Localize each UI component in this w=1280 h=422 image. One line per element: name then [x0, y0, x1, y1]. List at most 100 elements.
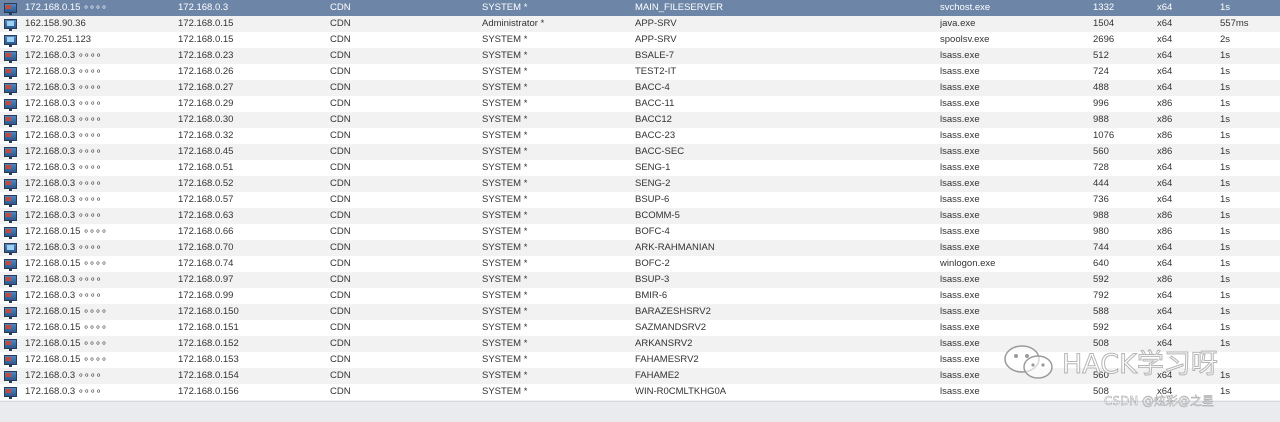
user-cell: SYSTEM *: [482, 82, 528, 93]
external-ip-cell: 172.168.0.3 ∘∘∘∘: [25, 194, 102, 205]
user-cell: SYSTEM *: [482, 146, 528, 157]
internal-ip-cell: 172.168.0.151: [178, 322, 239, 333]
user-cell: SYSTEM *: [482, 130, 528, 141]
table-row[interactable]: 172.70.251.123 172.168.0.15 CDN SYSTEM * APP…: [0, 32, 1280, 48]
process-cell: lsass.exe: [940, 50, 980, 61]
table-row[interactable]: 172.168.0.3 ∘∘∘∘ 172.168.0.23 CDN SYSTEM * B…: [0, 48, 1280, 64]
last-seen-cell: 1s: [1220, 130, 1231, 141]
table-row[interactable]: 172.168.0.15 ∘∘∘∘ 172.168.0.150 CDN SYSTEM …: [0, 304, 1280, 320]
table-row[interactable]: 172.168.0.3 ∘∘∘∘ 172.168.0.45 CDN SYSTEM * B…: [0, 144, 1280, 160]
arch-cell: x86: [1157, 226, 1173, 237]
internal-ip-cell: 172.168.0.51: [178, 162, 234, 173]
arch-cell: x86: [1157, 146, 1173, 157]
user-cell: SYSTEM *: [482, 226, 528, 237]
user-cell: SYSTEM *: [482, 322, 528, 333]
internal-ip-cell: 172.168.0.52: [178, 178, 234, 189]
pid-cell: 560: [1093, 146, 1109, 157]
table-row[interactable]: 172.168.0.3 ∘∘∘∘ 172.168.0.70 CDN SYSTEM * A…: [0, 240, 1280, 256]
listener-cell: CDN: [330, 322, 351, 333]
table-row[interactable]: 172.168.0.3 ∘∘∘∘ 172.168.0.52 CDN SYSTEM * S…: [0, 176, 1280, 192]
last-seen-cell: 1s: [1220, 322, 1231, 333]
table-row[interactable]: 172.168.0.15 ∘∘∘∘ 172.168.0.151 CDN SYSTEM …: [0, 320, 1280, 336]
last-seen-cell: 1s: [1220, 114, 1231, 125]
pid-cell: 640: [1093, 258, 1109, 269]
table-row[interactable]: 172.168.0.15 ∘∘∘∘ 172.168.0.74 CDN SYSTEM *…: [0, 256, 1280, 272]
pid-cell: 988: [1093, 114, 1109, 125]
internal-ip-cell: 172.168.0.45: [178, 146, 234, 157]
user-cell: SYSTEM *: [482, 178, 528, 189]
table-row[interactable]: 172.168.0.3 ∘∘∘∘ 172.168.0.97 CDN SYSTEM * B…: [0, 272, 1280, 288]
listener-cell: CDN: [330, 226, 351, 237]
computer-cell: BOFC-2: [635, 258, 670, 269]
pid-cell: 560: [1093, 370, 1109, 381]
pid-cell: 588: [1093, 306, 1109, 317]
pid-cell: 592: [1093, 322, 1109, 333]
last-seen-cell: 2s: [1220, 34, 1231, 45]
external-ip-cell: 172.168.0.3 ∘∘∘∘: [25, 50, 102, 61]
system-beacon-icon: [4, 67, 17, 79]
user-cell: SYSTEM *: [482, 66, 528, 77]
last-seen-cell: 1s: [1220, 146, 1231, 157]
computer-cell: BACC-11: [635, 98, 675, 109]
table-row[interactable]: 162.158.90.36 172.168.0.15 CDN Administrato…: [0, 16, 1280, 32]
system-beacon-icon: [4, 227, 17, 239]
system-beacon-icon: [4, 355, 17, 367]
external-ip-cell: 172.168.0.3 ∘∘∘∘: [25, 162, 102, 173]
internal-ip-cell: 172.168.0.15: [178, 34, 234, 45]
computer-cell: BACC-23: [635, 130, 676, 141]
table-row[interactable]: 172.168.0.3 ∘∘∘∘ 172.168.0.154 CDN SYSTEM *…: [0, 368, 1280, 384]
process-cell: lsass.exe: [940, 178, 980, 189]
arch-cell: x64: [1157, 322, 1173, 333]
system-beacon-icon: [4, 291, 17, 303]
system-beacon-icon: [4, 387, 17, 399]
process-cell: lsass.exe: [940, 226, 980, 237]
table-row[interactable]: 172.168.0.3 ∘∘∘∘ 172.168.0.27 CDN SYSTEM * B…: [0, 80, 1280, 96]
listener-cell: CDN: [330, 162, 351, 173]
last-seen-cell: 1s: [1220, 226, 1231, 237]
pid-cell: 980: [1093, 226, 1109, 237]
table-row[interactable]: 172.168.0.15 ∘∘∘∘ 172.168.0.66 CDN SYSTEM *…: [0, 224, 1280, 240]
table-row[interactable]: 172.168.0.3 ∘∘∘∘ 172.168.0.26 CDN SYSTEM * T…: [0, 64, 1280, 80]
last-seen-cell: 1s: [1220, 258, 1231, 269]
external-ip-cell: 172.168.0.3 ∘∘∘∘: [25, 146, 102, 157]
table-row[interactable]: 172.168.0.3 ∘∘∘∘ 172.168.0.30 CDN SYSTEM * B…: [0, 112, 1280, 128]
process-cell: lsass.exe: [940, 290, 980, 301]
internal-ip-cell: 172.168.0.3: [178, 2, 229, 13]
table-row[interactable]: 172.168.0.3 ∘∘∘∘ 172.168.0.57 CDN SYSTEM * B…: [0, 192, 1280, 208]
table-row[interactable]: 172.168.0.3 ∘∘∘∘ 172.168.0.63 CDN SYSTEM * B…: [0, 208, 1280, 224]
user-cell: Administrator *: [482, 18, 545, 29]
table-row[interactable]: 172.168.0.15 ∘∘∘∘ 172.168.0.153 CDN SYSTEM …: [0, 352, 1280, 368]
process-cell: lsass.exe: [940, 386, 980, 397]
user-cell: SYSTEM *: [482, 34, 528, 45]
external-ip-cell: 172.168.0.3 ∘∘∘∘: [25, 290, 102, 301]
table-row[interactable]: 172.168.0.15 ∘∘∘∘ 172.168.0.152 CDN SYSTEM …: [0, 336, 1280, 352]
system-beacon-icon: [4, 275, 17, 287]
last-seen-cell: 557ms: [1220, 18, 1249, 29]
last-seen-cell: 1s: [1220, 370, 1231, 381]
pid-cell: 1076: [1093, 130, 1115, 141]
table-row[interactable]: 172.168.0.3 ∘∘∘∘ 172.168.0.32 CDN SYSTEM * B…: [0, 128, 1280, 144]
table-row[interactable]: 172.168.0.3 ∘∘∘∘ 172.168.0.156 CDN SYSTEM *…: [0, 384, 1280, 400]
horizontal-scrollbar[interactable]: [0, 401, 1280, 422]
listener-cell: CDN: [330, 194, 351, 205]
table-row[interactable]: 172.168.0.3 ∘∘∘∘ 172.168.0.51 CDN SYSTEM * S…: [0, 160, 1280, 176]
listener-cell: CDN: [330, 98, 351, 109]
user-cell: SYSTEM *: [482, 210, 528, 221]
table-row[interactable]: 172.168.0.3 ∘∘∘∘ 172.168.0.99 CDN SYSTEM * B…: [0, 288, 1280, 304]
table-row[interactable]: 172.168.0.3 ∘∘∘∘ 172.168.0.29 CDN SYSTEM * B…: [0, 96, 1280, 112]
computer-cell: BOFC-4: [635, 226, 670, 237]
listener-cell: CDN: [330, 50, 351, 61]
listener-cell: CDN: [330, 386, 351, 397]
internal-ip-cell: 172.168.0.66: [178, 226, 234, 237]
internal-ip-cell: 172.168.0.97: [178, 274, 234, 285]
computer-cell: BSUP-3: [635, 274, 670, 285]
computer-cell: BACC12: [635, 114, 672, 125]
internal-ip-cell: 172.168.0.99: [178, 290, 234, 301]
listener-cell: CDN: [330, 370, 351, 381]
computer-cell: SENG-1: [635, 162, 671, 173]
external-ip-cell: 172.168.0.3 ∘∘∘∘: [25, 66, 102, 77]
table-row[interactable]: 172.168.0.15 ∘∘∘∘ 172.168.0.3 CDN SYSTEM * M…: [0, 0, 1280, 16]
pid-cell: 512: [1093, 50, 1109, 61]
last-seen-cell: 1s: [1220, 2, 1231, 13]
computer-cell: FAHAMESRV2: [635, 354, 699, 365]
